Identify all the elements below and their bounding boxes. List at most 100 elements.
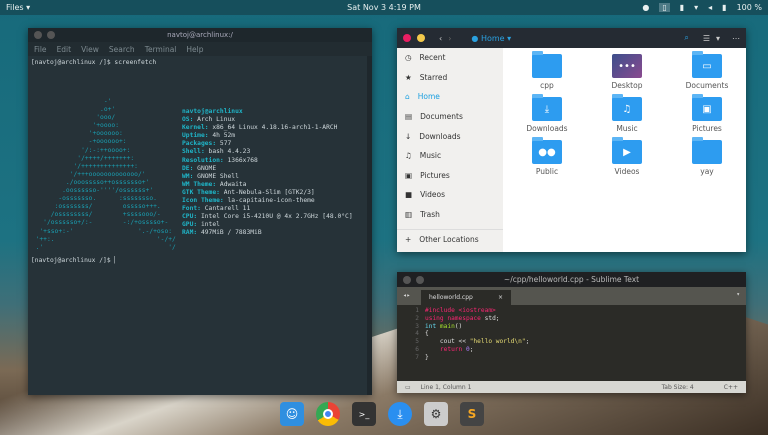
sidebar-icon: ⌂: [405, 92, 410, 102]
info-key: Shell:: [182, 148, 205, 156]
sidebar-item-label: Downloads: [419, 131, 461, 141]
folder-label: Music: [616, 124, 638, 133]
workspace-icon: ▯: [659, 3, 670, 12]
chrome-icon[interactable]: [316, 402, 340, 426]
user-host: navtoj@archlinux: [182, 108, 243, 115]
folder-downloads[interactable]: ⤓ Downloads: [507, 94, 587, 133]
menu-edit[interactable]: Edit: [57, 45, 72, 54]
info-row: RAM: 497MiB / 7883MiB: [182, 229, 353, 237]
tab-size[interactable]: Tab Size: 4: [662, 384, 694, 391]
sublime-titlebar[interactable]: ~/cpp/helloworld.cpp - Sublime Text: [397, 272, 746, 287]
finder-icon[interactable]: ☺: [280, 402, 304, 426]
code-line: 4{: [397, 330, 746, 338]
folder-videos[interactable]: ▶ Videos: [587, 137, 667, 176]
menu-icon[interactable]: ⋯: [732, 34, 740, 43]
folder-documents[interactable]: ▭ Documents: [667, 51, 747, 90]
folder-icon: ⤓: [532, 94, 562, 121]
clipboard-icon: ▮: [679, 3, 685, 12]
tab-helloworld[interactable]: helloworld.cpp ×: [421, 290, 511, 305]
terminal-menubar: File Edit View Search Terminal Help: [28, 42, 372, 56]
info-key: WM Theme:: [182, 180, 217, 188]
back-icon[interactable]: ‹: [439, 34, 442, 43]
sidebar-item-pictures[interactable]: ▣ Pictures: [397, 166, 503, 186]
folder-cpp[interactable]: cpp: [507, 51, 587, 90]
downloader-icon[interactable]: ⤓: [388, 402, 412, 426]
menu-file[interactable]: File: [34, 45, 47, 54]
status-bar: ▭ Line 1, Column 1 Tab Size: 4 C++: [397, 381, 746, 393]
sidebar-item-home[interactable]: ⌂ Home: [397, 87, 503, 107]
sidebar-item-label: Starred: [419, 72, 448, 82]
sidebar-item-videos[interactable]: ■ Videos: [397, 185, 503, 205]
command-line: [navtoj@archlinux /]$ screenfetch: [31, 59, 157, 66]
sidebar-item-trash[interactable]: ▥ Trash: [397, 205, 503, 225]
info-value: 1366x768: [227, 156, 258, 164]
info-value: Cantarell 11: [204, 205, 251, 213]
sidebar-item-other-locations[interactable]: + Other Locations: [397, 229, 503, 249]
close-button[interactable]: [403, 34, 411, 42]
forward-icon[interactable]: ›: [448, 34, 451, 43]
line-number: 1: [415, 307, 419, 314]
clock[interactable]: Sat Nov 3 4:19 PM: [347, 3, 421, 12]
folder-public[interactable]: ●● Public: [507, 137, 587, 176]
line-number: 6: [415, 345, 419, 353]
info-row: GTK Theme: Ant-Nebula-Slim [GTK2/3]: [182, 189, 353, 197]
folder-pictures[interactable]: ▣ Pictures: [667, 94, 747, 133]
menu-view[interactable]: View: [81, 45, 99, 54]
info-key: Icon Theme:: [182, 197, 224, 205]
sidebar-icon: ■: [405, 190, 413, 200]
sidebar-icon: ↓: [405, 131, 412, 141]
menu-terminal[interactable]: Terminal: [145, 45, 177, 54]
sidebar-item-starred[interactable]: ★ Starred: [397, 68, 503, 88]
panel-icon[interactable]: ▭: [405, 384, 411, 391]
folder-icon: ●●: [532, 137, 562, 164]
tab-nav-icon[interactable]: ◂▸: [403, 292, 410, 299]
network-icon: ▾: [694, 3, 699, 12]
code-token: "hello world\n": [469, 338, 526, 346]
chevron-down-icon: ▾: [507, 33, 512, 43]
syntax-mode[interactable]: C++: [724, 384, 738, 391]
tab-label: helloworld.cpp: [429, 294, 473, 301]
dock: ☺ >_ ⤓ ⚙ S: [280, 402, 484, 426]
terminal-titlebar[interactable]: navtoj@archlinux:/: [28, 28, 372, 42]
battery-level: 100 %: [736, 3, 762, 12]
code-editor[interactable]: 1 #include <iostream> 2 using namespace std…: [397, 305, 746, 362]
folder-label: Pictures: [692, 124, 722, 133]
settings-icon[interactable]: ⚙: [424, 402, 448, 426]
sidebar-item-documents[interactable]: ▤ Documents: [397, 107, 503, 127]
menu-help[interactable]: Help: [186, 45, 203, 54]
info-value: intel: [200, 221, 220, 229]
terminal-output[interactable]: [navtoj@archlinux /]$ screenfetch -' .o+…: [28, 56, 372, 395]
info-row: WM Theme: Adwaita: [182, 181, 353, 189]
info-value: 577: [219, 140, 232, 148]
menu-search[interactable]: Search: [109, 45, 135, 54]
info-value: Intel Core i5-4210U @ 4x 2.7GHz [48.0°C]: [200, 213, 353, 221]
folder-yay[interactable]: yay: [667, 137, 747, 176]
app-menu[interactable]: Files ▾: [6, 3, 30, 12]
sublime-text-icon[interactable]: S: [460, 402, 484, 426]
terminal-icon[interactable]: >_: [352, 402, 376, 426]
list-view-icon[interactable]: ☰: [703, 34, 710, 43]
folder-music[interactable]: ♫ Music: [587, 94, 667, 133]
system-tray[interactable]: ● ▯ ▮ ▾ ◂ ▮ 100 %: [642, 3, 762, 12]
folder-label: yay: [700, 167, 714, 176]
folder-desktop[interactable]: ••• Desktop: [587, 54, 667, 90]
view-options-icon[interactable]: ▾: [716, 34, 720, 43]
terminal-scrollbar[interactable]: [367, 56, 372, 395]
tab-close-icon[interactable]: ×: [498, 294, 503, 301]
search-icon[interactable]: ⌕: [684, 33, 688, 43]
prompt-line[interactable]: [navtoj@archlinux /]$ ▏: [28, 254, 121, 268]
sublime-window[interactable]: ~/cpp/helloworld.cpp - Sublime Text ◂▸ h…: [397, 272, 746, 393]
code-token: return: [439, 345, 463, 353]
minimize-button[interactable]: [417, 34, 425, 42]
tab-dropdown-icon[interactable]: ▾: [736, 291, 740, 298]
location-button[interactable]: ● Home ▾: [471, 34, 511, 43]
info-value: 4h 52m: [212, 132, 236, 140]
sidebar-item-music[interactable]: ♫ Music: [397, 146, 503, 166]
info-row: Uptime: 4h 52m: [182, 132, 353, 140]
terminal-window[interactable]: navtoj@archlinux:/ File Edit View Search…: [28, 28, 372, 395]
files-window[interactable]: ‹ › ● Home ▾ ⌕ ☰ ▾ ⋯ ◷ Recent ★ Starred ⌂ Hom…: [397, 28, 746, 252]
info-key: RAM:: [182, 229, 198, 237]
folder-icon: ♫: [612, 94, 642, 121]
sidebar-item-recent[interactable]: ◷ Recent: [397, 48, 503, 68]
sidebar-item-downloads[interactable]: ↓ Downloads: [397, 126, 503, 146]
